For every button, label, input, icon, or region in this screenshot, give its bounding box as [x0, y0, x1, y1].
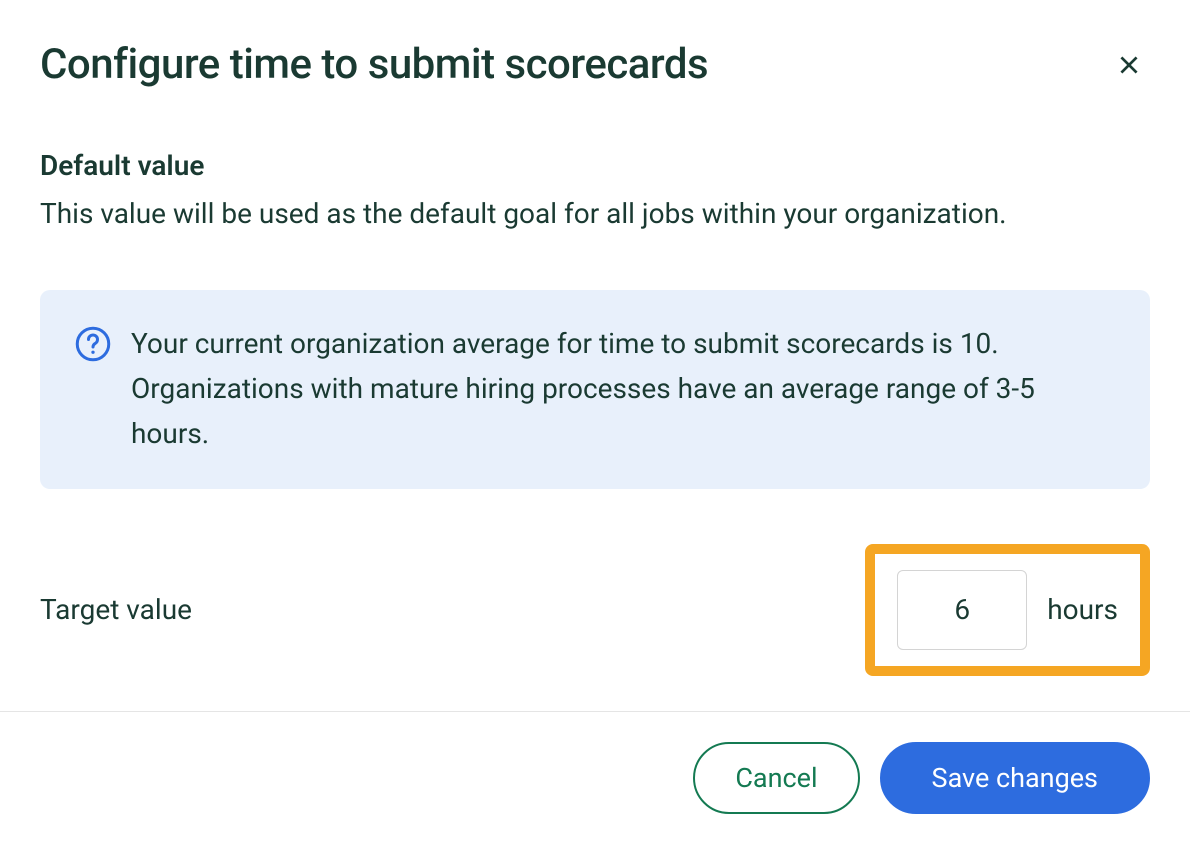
info-banner: Your current organization average for ti… [40, 290, 1150, 488]
dialog-footer: Cancel Save changes [0, 711, 1190, 844]
section-heading: Default value [40, 149, 1150, 182]
target-value-input-group: hours [865, 544, 1150, 676]
close-icon [1116, 52, 1142, 78]
target-value-label: Target value [40, 593, 192, 626]
help-icon [75, 326, 111, 362]
configure-dialog: Configure time to submit scorecards Defa… [0, 0, 1190, 844]
dialog-title: Configure time to submit scorecards [40, 40, 708, 89]
dialog-content: Configure time to submit scorecards Defa… [0, 0, 1190, 711]
target-value-row: Target value hours [40, 544, 1150, 676]
dialog-header: Configure time to submit scorecards [40, 40, 1150, 89]
target-value-input[interactable] [897, 570, 1027, 650]
default-value-section: Default value This value will be used as… [40, 149, 1150, 235]
save-changes-button[interactable]: Save changes [880, 742, 1150, 814]
help-icon-wrapper [75, 322, 111, 456]
close-button[interactable] [1108, 44, 1150, 86]
section-description: This value will be used as the default g… [40, 192, 1150, 235]
target-value-unit: hours [1047, 593, 1118, 626]
info-banner-text: Your current organization average for ti… [131, 322, 1115, 456]
cancel-button[interactable]: Cancel [693, 742, 859, 814]
